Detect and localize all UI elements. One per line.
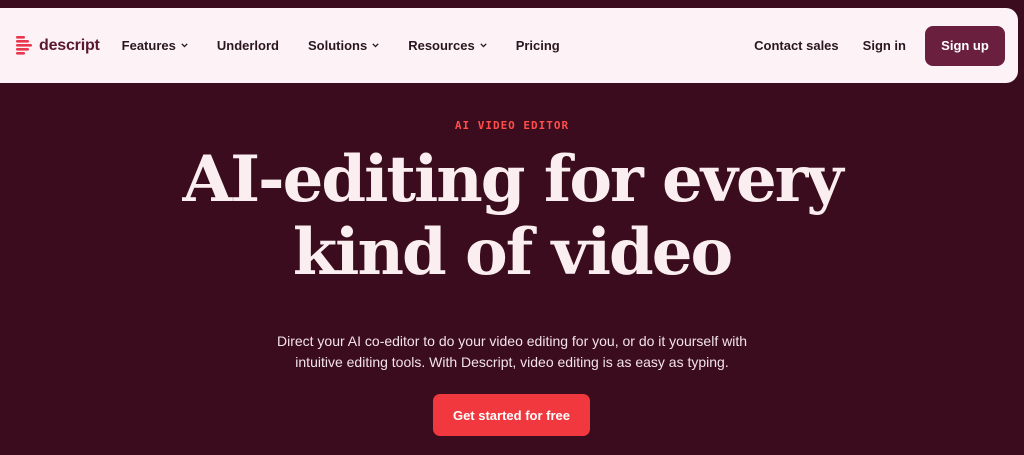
nav-label: Features xyxy=(121,38,176,53)
subtext-line-1: Direct your AI co-editor to do your vide… xyxy=(276,333,747,349)
nav-item-underlord[interactable]: Underlord xyxy=(217,38,279,53)
nav-item-solutions[interactable]: Solutions xyxy=(308,38,379,53)
nav-item-resources[interactable]: Resources xyxy=(408,38,487,53)
sign-in-link[interactable]: Sign in xyxy=(863,38,906,53)
chevron-down-icon xyxy=(181,43,188,48)
brand-name: descript xyxy=(39,36,100,54)
nav-item-features[interactable]: Features xyxy=(122,38,188,53)
nav-actions: Contact sales Sign in Sign up xyxy=(754,25,1005,66)
top-navbar: descript Features Underlord Solutions Re… xyxy=(0,8,1018,83)
nav-label: Underlord xyxy=(216,38,279,53)
hero-subtext: Direct your AI co-editor to do your vide… xyxy=(232,331,792,373)
subtext-line-2: intuitive editing tools. With Descript, … xyxy=(295,354,729,370)
chevron-down-icon xyxy=(480,43,487,48)
hero-headline: AI-editing for every kind of video xyxy=(0,143,1024,289)
get-started-button[interactable]: Get started for free xyxy=(433,394,590,436)
chevron-down-icon xyxy=(372,43,379,48)
hero-section: AI VIDEO EDITOR AI-editing for every kin… xyxy=(0,83,1024,455)
contact-sales-link[interactable]: Contact sales xyxy=(754,38,839,53)
sign-up-button[interactable]: Sign up xyxy=(925,25,1005,66)
nav-label: Pricing xyxy=(515,38,560,53)
nav-label: Resources xyxy=(408,38,475,53)
hero-eyebrow: AI VIDEO EDITOR xyxy=(454,119,570,132)
nav-item-pricing[interactable]: Pricing xyxy=(516,38,560,53)
headline-line-2: kind of video xyxy=(292,215,733,290)
main-nav: Features Underlord Solutions Resources P… xyxy=(122,38,589,53)
descript-logo-icon xyxy=(16,36,32,55)
headline-line-1: AI-editing for every xyxy=(182,142,843,217)
nav-label: Solutions xyxy=(307,38,368,53)
descript-logo[interactable]: descript xyxy=(16,36,100,55)
